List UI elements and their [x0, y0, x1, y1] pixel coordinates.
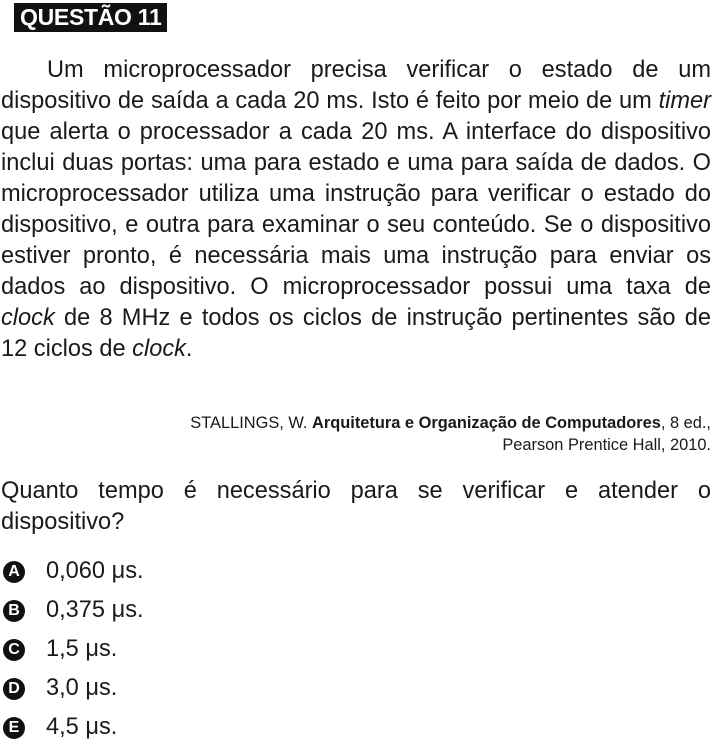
option-c-text: 1,5 μs. [46, 636, 118, 662]
option-b-letter-badge: B [3, 599, 25, 622]
option-e-text: 4,5 μs. [46, 714, 118, 740]
option-e[interactable]: E 4,5 μs. [3, 708, 403, 747]
option-a[interactable]: A 0,060 μs. [3, 552, 403, 591]
option-c[interactable]: C 1,5 μs. [3, 630, 403, 669]
question-passage: Um microprocessador precisa verificar o … [1, 55, 711, 365]
option-d[interactable]: D 3,0 μs. [3, 669, 403, 708]
passage-text-3: de 8 MHz e todos os ciclos de instrução … [1, 305, 711, 362]
option-e-letter-badge: E [3, 716, 25, 739]
passage-italic-clock-2: clock [132, 336, 186, 362]
option-c-letter-badge: C [3, 638, 25, 661]
option-d-text: 3,0 μs. [46, 675, 118, 701]
passage-text-2: que alerta o processador a cada 20 ms. A… [1, 119, 711, 300]
passage-text-1: Um microprocessador precisa verificar o … [1, 57, 711, 114]
answer-options: A 0,060 μs. B 0,375 μs. C 1,5 μs. D 3,0 … [3, 552, 403, 747]
citation-author: STALLINGS, W. [190, 414, 313, 432]
passage-italic-timer: timer [658, 88, 711, 114]
option-b[interactable]: B 0,375 μs. [3, 591, 403, 630]
question-prompt: Quanto tempo é necessário para se verifi… [1, 478, 711, 535]
citation-publisher: Pearson Prentice Hall, 2010. [502, 436, 711, 454]
option-a-letter-badge: A [3, 560, 25, 583]
passage-text-4: . [185, 336, 193, 362]
question-header: QUESTÃO 11 [14, 3, 168, 32]
citation-title: Arquitetura e Organização de Computadore… [312, 414, 661, 432]
option-b-text: 0,375 μs. [46, 597, 144, 623]
passage-italic-clock: clock [1, 305, 55, 331]
option-a-text: 0,060 μs. [46, 558, 144, 584]
source-citation: STALLINGS, W. Arquitetura e Organização … [21, 412, 711, 456]
citation-edition: , 8 ed., [660, 414, 711, 432]
option-d-letter-badge: D [3, 677, 25, 700]
